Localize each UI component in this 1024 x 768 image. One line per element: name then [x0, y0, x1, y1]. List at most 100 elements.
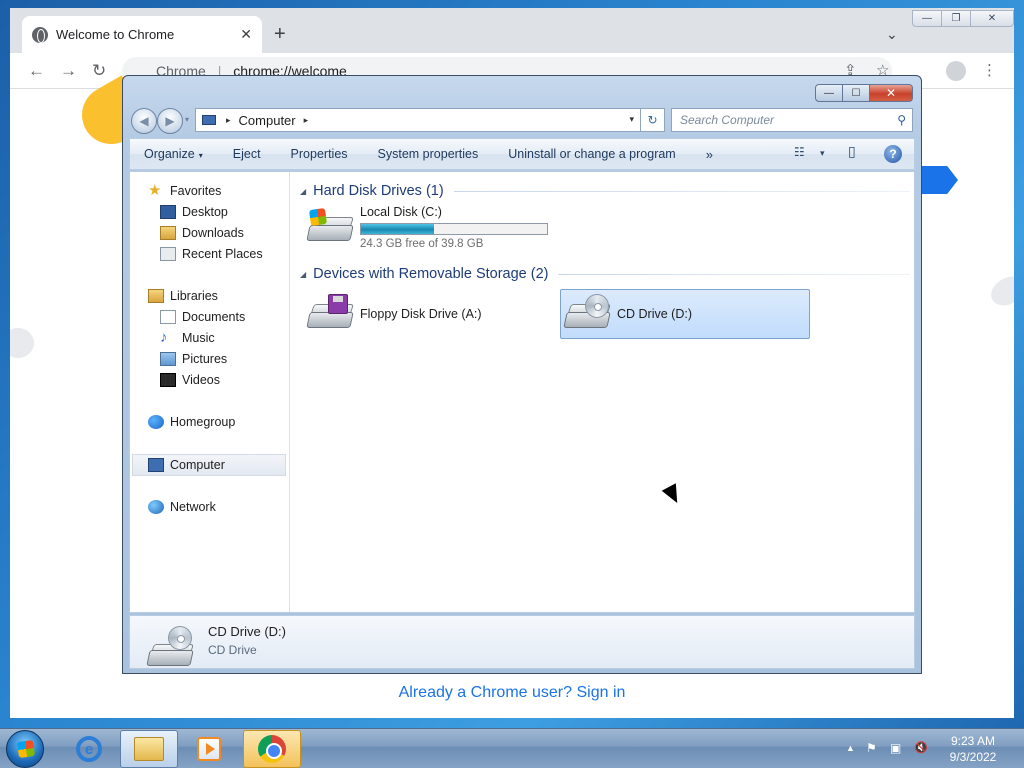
- explorer-maximize-button[interactable]: ☐: [842, 84, 870, 102]
- drive-cd-d[interactable]: CD Drive (D:): [560, 289, 810, 339]
- group-divider: [453, 190, 910, 192]
- system-properties-button[interactable]: System properties: [378, 147, 479, 161]
- star-icon: ★: [148, 181, 162, 199]
- search-input[interactable]: Search Computer ⚲: [671, 108, 913, 132]
- explorer-close-button[interactable]: ✕: [869, 84, 913, 102]
- clock-date: 9/3/2022: [949, 750, 997, 764]
- group-hard-disk-drives[interactable]: ◢ Hard Disk Drives (1): [300, 180, 910, 202]
- computer-icon: [148, 457, 164, 472]
- reload-icon[interactable]: ↻: [92, 61, 106, 81]
- navigation-pane: ★ Favorites Desktop Downloads Recent Pla…: [130, 172, 290, 612]
- more-commands-icon[interactable]: »: [706, 147, 713, 162]
- nav-music[interactable]: ♪ Music: [160, 327, 215, 348]
- drive-name: Local Disk (C:): [360, 204, 442, 219]
- decorative-gray-shape: [985, 270, 1014, 312]
- globe-icon: [32, 26, 48, 43]
- search-placeholder: Search Computer: [680, 113, 775, 127]
- chrome-restore-button[interactable]: ❐: [941, 10, 971, 27]
- forward-button[interactable]: ▶: [157, 108, 183, 134]
- nav-label: Documents: [182, 309, 246, 324]
- nav-computer[interactable]: Computer: [148, 454, 225, 475]
- address-dropdown-icon[interactable]: ▾: [629, 114, 634, 125]
- collapse-group-icon[interactable]: ◢: [300, 187, 306, 196]
- nav-label: Desktop: [182, 204, 228, 219]
- taskbar-media-player[interactable]: [180, 730, 238, 768]
- nav-favorites[interactable]: ★ Favorites: [148, 180, 221, 201]
- clock[interactable]: 9:23 AM 9/3/2022: [936, 733, 1010, 765]
- nav-downloads[interactable]: Downloads: [160, 222, 244, 243]
- content-pane: ◢ Hard Disk Drives (1) Local Disk (C:) 2…: [292, 172, 914, 612]
- taskbar-chrome[interactable]: [243, 730, 301, 768]
- drive-floppy-a[interactable]: Floppy Disk Drive (A:): [306, 289, 556, 339]
- nav-label: Pictures: [182, 351, 228, 366]
- action-center-flag-icon[interactable]: ⚑: [866, 741, 877, 755]
- tab-search-icon[interactable]: ⌄: [886, 26, 898, 43]
- music-icon: ♪: [160, 328, 168, 346]
- drive-local-disk-c[interactable]: Local Disk (C:) 24.3 GB free of 39.8 GB: [306, 202, 566, 252]
- chrome-minimize-button[interactable]: —: [912, 10, 942, 27]
- chrome-tabstrip: Welcome to Chrome ✕ + ⌄ — ❐ ✕: [10, 8, 1014, 53]
- breadcrumb-root-arrow[interactable]: ▸: [226, 115, 231, 126]
- nav-libraries[interactable]: Libraries: [148, 285, 218, 306]
- nav-documents[interactable]: Documents: [160, 306, 245, 327]
- properties-button[interactable]: Properties: [291, 147, 348, 161]
- nav-recent-places[interactable]: Recent Places: [160, 243, 263, 264]
- nav-network[interactable]: Network: [148, 496, 216, 517]
- cd-drive-icon: [146, 622, 196, 666]
- group-removable-storage[interactable]: ◢ Devices with Removable Storage (2): [300, 263, 910, 285]
- preview-pane-icon[interactable]: ▯: [848, 143, 856, 160]
- tab-title: Welcome to Chrome: [56, 27, 175, 42]
- explorer-body: ★ Favorites Desktop Downloads Recent Pla…: [129, 171, 915, 613]
- help-icon[interactable]: ?: [884, 145, 902, 163]
- documents-icon: [160, 309, 176, 324]
- breadcrumb-computer[interactable]: Computer: [239, 113, 296, 128]
- disk-usage-bar: [360, 222, 548, 235]
- new-tab-button[interactable]: +: [274, 24, 286, 44]
- show-hidden-icons-button[interactable]: ▲: [846, 743, 855, 753]
- drive-name: CD Drive (D:): [617, 307, 692, 321]
- organize-button[interactable]: Organize ▾: [144, 147, 203, 161]
- explorer-window: — ☐ ✕ ◀ ▶ ▾ ▸ Computer ▸ ▾ ↻ Search Comp…: [122, 75, 922, 674]
- address-bar[interactable]: ▸ Computer ▸ ▾ ↻: [195, 108, 665, 132]
- disk-usage-fill: [361, 223, 434, 234]
- nav-label: Videos: [182, 372, 220, 387]
- explorer-minimize-button[interactable]: —: [815, 84, 843, 102]
- nav-desktop[interactable]: Desktop: [160, 201, 228, 222]
- nav-homegroup[interactable]: Homegroup: [148, 411, 235, 432]
- profile-avatar[interactable]: [946, 61, 966, 81]
- recent-places-icon: [160, 246, 176, 261]
- change-view-icon[interactable]: ☷: [794, 145, 805, 159]
- libraries-icon: [148, 288, 164, 303]
- hard-disk-windows-icon: [306, 207, 354, 247]
- details-name: CD Drive (D:): [208, 624, 286, 639]
- back-icon[interactable]: ←: [28, 61, 45, 81]
- network-tray-icon[interactable]: ▣: [890, 741, 901, 755]
- view-dropdown-icon[interactable]: ▾: [820, 148, 825, 159]
- chrome-menu-icon[interactable]: ⋮: [982, 61, 997, 79]
- nav-pictures[interactable]: Pictures: [160, 348, 227, 369]
- command-bar: Organize ▾ Eject Properties System proper…: [129, 138, 915, 170]
- nav-videos[interactable]: Videos: [160, 369, 220, 390]
- forward-icon[interactable]: →: [60, 61, 77, 81]
- taskbar-windows-explorer[interactable]: [120, 730, 178, 768]
- decorative-gray-shape: [10, 328, 34, 358]
- chrome-tab-welcome[interactable]: Welcome to Chrome ✕: [22, 16, 262, 53]
- decorative-blue-shape: [922, 166, 958, 194]
- chrome-close-button[interactable]: ✕: [970, 10, 1014, 27]
- pictures-icon: [160, 351, 176, 366]
- breadcrumb-arrow[interactable]: ▸: [304, 115, 309, 126]
- search-icon[interactable]: ⚲: [897, 109, 906, 131]
- refresh-icon[interactable]: ↻: [640, 109, 664, 131]
- recent-pages-dropdown[interactable]: ▾: [185, 115, 189, 124]
- taskbar-internet-explorer[interactable]: e: [60, 730, 118, 768]
- homegroup-icon: [148, 414, 164, 429]
- uninstall-program-button[interactable]: Uninstall or change a program: [508, 147, 675, 161]
- details-type: CD Drive: [208, 643, 257, 657]
- signin-link[interactable]: Already a Chrome user? Sign in: [10, 684, 1014, 702]
- volume-muted-icon[interactable]: 🔇: [914, 741, 928, 754]
- tab-close-icon[interactable]: ✕: [240, 26, 252, 43]
- collapse-group-icon[interactable]: ◢: [300, 270, 306, 279]
- start-button[interactable]: [6, 730, 44, 768]
- back-button[interactable]: ◀: [131, 108, 157, 134]
- eject-button[interactable]: Eject: [233, 147, 261, 161]
